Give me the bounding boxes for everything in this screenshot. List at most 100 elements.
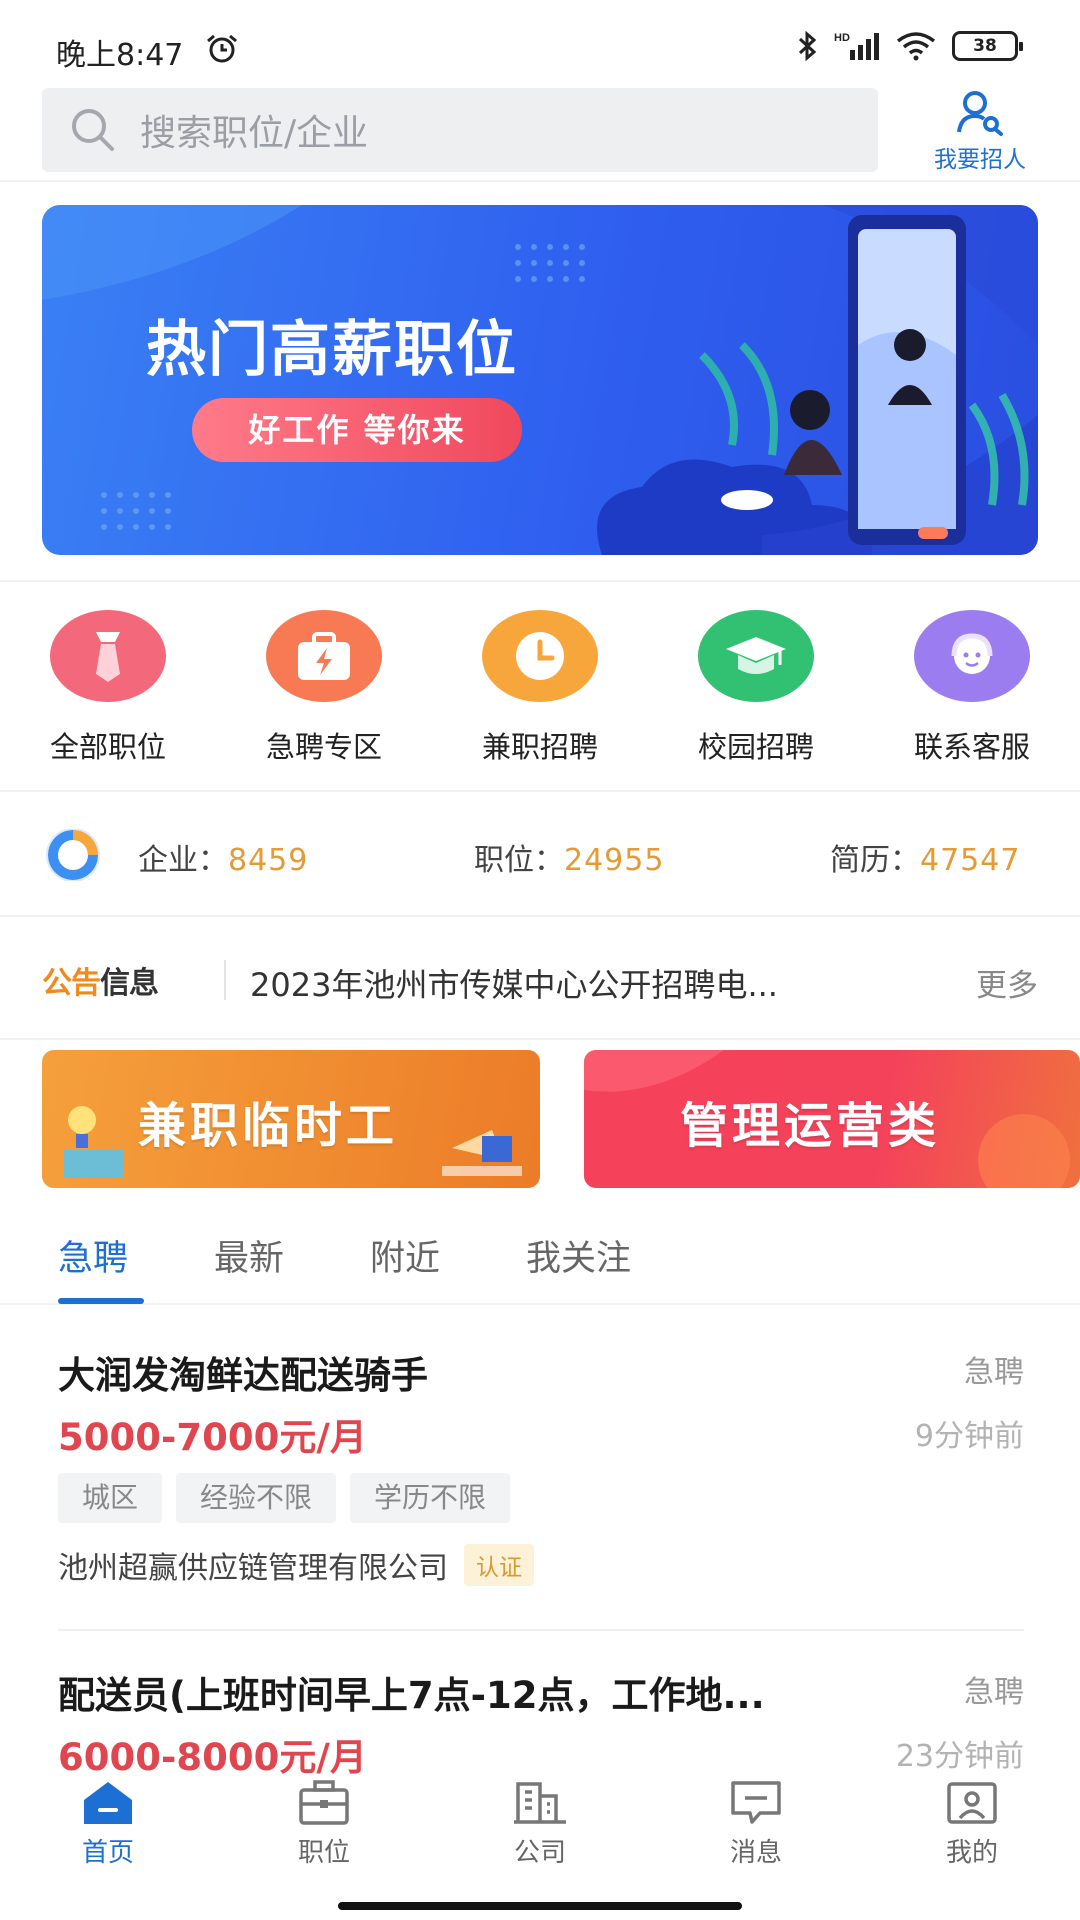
recruit-button[interactable]: 我要招人	[918, 90, 1042, 173]
job-company: 池州超赢供应链管理有限公司 认证	[58, 1543, 534, 1587]
stat-value: 47547	[920, 843, 1021, 878]
quick-nav-label: 全部职位	[49, 730, 166, 764]
nav-messages[interactable]: 消息	[648, 1778, 864, 1869]
nav-profile[interactable]: 我的	[864, 1778, 1080, 1869]
urgent-label: 急聘	[964, 1675, 1024, 1710]
category-label: 兼职临时工	[138, 1098, 399, 1154]
job-tag: 学历不限	[350, 1473, 511, 1523]
stat-value: 8459	[228, 843, 309, 878]
quick-nav-label: 兼职招聘	[481, 730, 598, 764]
nav-jobs[interactable]: 职位	[216, 1778, 432, 1869]
active-tab-indicator	[58, 1298, 144, 1304]
nav-label: 公司	[513, 1838, 566, 1868]
hero-banner[interactable]: 热门高薪职位 好工作 等你来	[42, 205, 1038, 555]
job-title: 配送员(上班时间早上7点-12点，工作地...	[58, 1674, 765, 1717]
nav-company[interactable]: 公司	[432, 1778, 648, 1869]
tab-nearby[interactable]: 附近	[370, 1230, 440, 1281]
briefcase-icon	[299, 1780, 349, 1825]
graduation-cap-icon	[698, 610, 814, 702]
job-salary: 6000-8000元/月	[58, 1736, 367, 1779]
notice-more-link[interactable]: 更多	[976, 960, 1038, 1005]
status-time: 晚上8:47	[56, 38, 184, 73]
tab-latest[interactable]: 最新	[214, 1230, 284, 1281]
recruit-label: 我要招人	[934, 147, 1026, 173]
profile-card-icon	[947, 1782, 997, 1824]
notice-logo-rest: 信息	[100, 966, 159, 1001]
pie-chart-icon	[46, 829, 100, 881]
recruiter-search-icon	[957, 91, 1003, 136]
job-posted-time: 9分钟前	[914, 1419, 1024, 1454]
notice-logo: 公告信息	[42, 958, 159, 1002]
tie-icon	[50, 610, 166, 702]
stats-bar: 企业：8459 职位：24955 简历：47547	[0, 805, 1080, 905]
notice-text[interactable]: 2023年池州市传媒中心公开招聘电...	[250, 960, 910, 1006]
cellular-signal-icon: HD	[834, 32, 879, 60]
notice-separator	[224, 960, 226, 1000]
quick-nav-customer-service[interactable]: 联系客服	[882, 610, 1062, 766]
job-salary: 5000-7000元/月	[58, 1416, 367, 1459]
bluetooth-icon	[798, 30, 817, 62]
stat-label: 简历：	[830, 843, 920, 878]
search-placeholder: 搜索职位/企业	[140, 113, 369, 154]
wifi-icon	[896, 32, 936, 61]
tab-urgent[interactable]: 急聘	[58, 1230, 128, 1281]
status-bar: 晚上8:47 HD 38	[0, 0, 1080, 90]
quick-nav-part-time[interactable]: 兼职招聘	[450, 610, 630, 766]
message-icon	[731, 1781, 781, 1824]
divider	[58, 1629, 1024, 1631]
nav-label: 消息	[729, 1838, 782, 1868]
network-type-label: HD	[834, 32, 850, 44]
stat-label: 职位：	[474, 843, 564, 878]
company-name: 池州超赢供应链管理有限公司	[58, 1551, 448, 1586]
job-tags: 城区 经验不限 学历不限	[58, 1473, 511, 1523]
job-card[interactable]: 配送员(上班时间早上7点-12点，工作地... 急聘 6000-8000元/月 …	[58, 1665, 1024, 1779]
divider	[0, 790, 1080, 792]
banner-subtitle: 好工作 等你来	[192, 398, 522, 462]
notice-bar[interactable]: 公告信息 2023年池州市传媒中心公开招聘电... 更多	[0, 930, 1080, 1030]
category-label: 管理运营类	[680, 1098, 941, 1154]
job-tag: 经验不限	[176, 1473, 337, 1523]
bottom-nav: 首页 职位 公司 消息 我的	[0, 1778, 1080, 1920]
search-input[interactable]: 搜索职位/企业	[42, 88, 878, 172]
lightning-bag-icon	[266, 610, 382, 702]
stat-companies: 企业：8459	[138, 835, 308, 879]
job-filter-tabs: 急聘 最新 附近 我关注	[0, 1200, 1080, 1305]
job-card[interactable]: 大润发淘鲜达配送骑手 急聘 5000-7000元/月 9分钟前 城区 经验不限 …	[58, 1345, 1024, 1635]
stat-resumes: 简历：47547	[830, 835, 1020, 879]
divider	[0, 915, 1080, 917]
nav-label: 职位	[297, 1838, 350, 1868]
banner-title: 热门高薪职位	[146, 315, 518, 385]
nav-home[interactable]: 首页	[0, 1778, 216, 1869]
quick-nav-campus[interactable]: 校园招聘	[666, 610, 846, 766]
job-tag: 城区	[58, 1473, 163, 1523]
app-screen: 晚上8:47 HD 38 搜索职位/企业 我要招人 热门高薪职位 好工作 等你来…	[0, 0, 1080, 1920]
stat-value: 24955	[564, 843, 665, 878]
job-title: 大润发淘鲜达配送骑手	[58, 1354, 428, 1397]
stat-jobs: 职位：24955	[474, 835, 664, 879]
building-icon	[514, 1782, 566, 1824]
divider	[0, 180, 1080, 182]
alarm-icon	[207, 34, 237, 63]
clock-icon	[482, 610, 598, 702]
quick-nav-label: 急聘专区	[265, 730, 382, 764]
battery-indicator: 38	[952, 31, 1023, 61]
home-indicator[interactable]	[338, 1902, 742, 1910]
verified-badge: 认证	[464, 1544, 534, 1586]
notice-logo-accent: 公告	[42, 966, 101, 1001]
category-management-operations[interactable]: 管理运营类	[584, 1050, 1080, 1188]
category-part-time-temp[interactable]: 兼职临时工	[42, 1050, 540, 1188]
stat-label: 企业：	[138, 843, 228, 878]
divider	[0, 1038, 1080, 1040]
divider	[0, 580, 1080, 582]
quick-nav-label: 校园招聘	[697, 730, 814, 764]
tab-following[interactable]: 我关注	[526, 1230, 631, 1281]
nav-label: 我的	[945, 1838, 998, 1868]
quick-nav-urgent[interactable]: 急聘专区	[234, 610, 414, 766]
quick-nav-all-jobs[interactable]: 全部职位	[18, 610, 198, 766]
quick-nav-label: 联系客服	[913, 730, 1030, 764]
home-icon	[84, 1782, 132, 1824]
urgent-label: 急聘	[964, 1355, 1024, 1390]
nav-label: 首页	[81, 1838, 134, 1868]
customer-service-icon	[914, 610, 1030, 702]
quick-nav: 全部职位 急聘专区 兼职招聘 校园招聘 联系客服	[0, 610, 1080, 764]
